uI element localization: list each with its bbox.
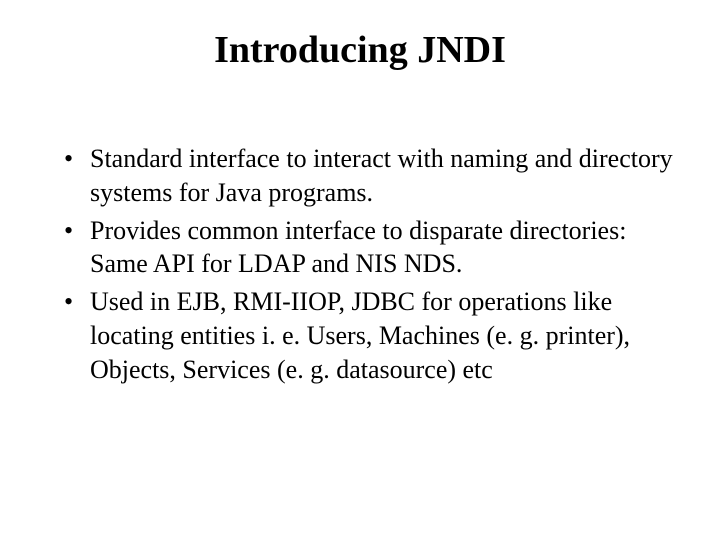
bullet-item: Used in EJB, RMI-IIOP, JDBC for operatio… xyxy=(60,285,680,386)
slide-title: Introducing JNDI xyxy=(90,28,630,72)
bullet-list: Standard interface to interact with nami… xyxy=(40,142,680,387)
bullet-item: Standard interface to interact with nami… xyxy=(60,142,680,210)
bullet-item: Provides common interface to disparate d… xyxy=(60,214,680,282)
